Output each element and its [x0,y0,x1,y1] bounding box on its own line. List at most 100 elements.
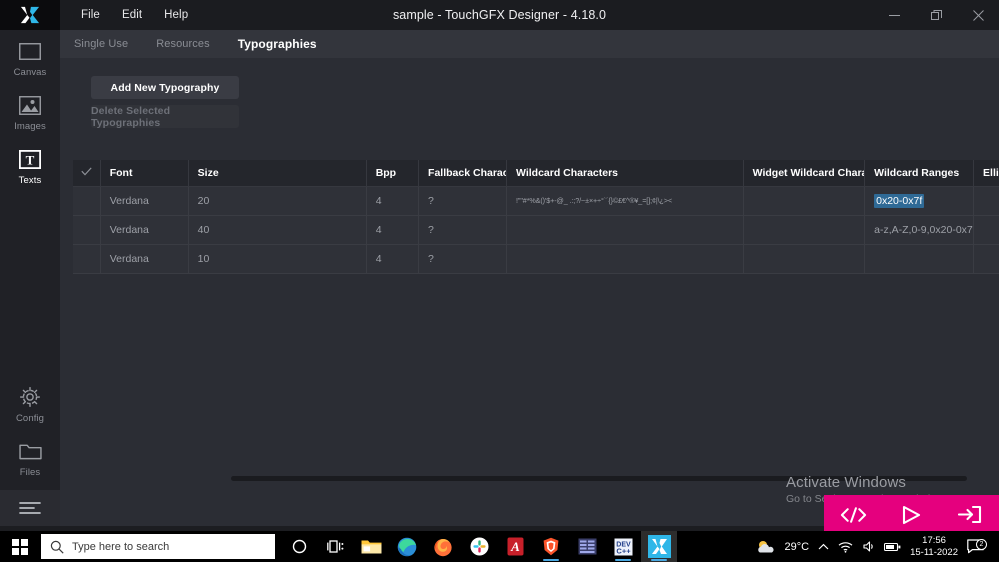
cell-ellipsis-character[interactable] [973,186,999,216]
firefox-icon[interactable] [425,531,461,562]
folder-icon [17,439,43,463]
typographies-table: Font Size Bpp Fallback Character Wildcar… [73,160,999,274]
column-header-wildcard-ranges[interactable]: Wildcard Ranges [864,160,975,187]
clock-date: 15-11-2022 [910,546,958,558]
start-button[interactable] [0,531,40,562]
cell-bpp[interactable]: 4 [366,215,420,245]
column-header-font[interactable]: Font [100,160,189,187]
cell-fallback-character[interactable]: ? [418,215,507,245]
close-icon [972,9,984,21]
sidebar-item-files[interactable]: Files [0,430,60,484]
search-input[interactable]: Type here to search [72,541,169,553]
weather-sun-cloud-icon[interactable] [756,539,776,555]
column-header-bpp[interactable]: Bpp [366,160,420,187]
selected-value-highlight: 0x20-0x7f [874,193,925,208]
cell-size[interactable]: 40 [188,215,367,245]
tab-resources[interactable]: Resources [142,30,223,58]
windows-start-icon [12,538,28,555]
microsoft-edge-icon[interactable] [389,531,425,562]
cell-widget-wildcard-characters[interactable] [743,186,866,216]
run-target-button[interactable] [947,495,993,534]
menu-help[interactable]: Help [153,3,199,27]
cell-widget-wildcard-characters[interactable] [743,244,866,274]
notification-icon[interactable]: 2 [967,539,991,554]
brave-browser-icon[interactable] [533,531,569,562]
cell-fallback-character[interactable]: ? [418,244,507,274]
column-header-widget-wildcard-characters[interactable]: Widget Wildcard Characters [743,160,866,187]
cell-wildcard-characters[interactable] [506,215,744,245]
cell-wildcard-ranges[interactable] [864,244,975,274]
column-header-size[interactable]: Size [188,160,367,187]
row-checkbox[interactable] [73,215,101,245]
tab-typographies[interactable]: Typographies [224,30,331,58]
sidebar-item-images-label: Images [14,121,46,132]
file-explorer-icon[interactable] [353,531,389,562]
close-button[interactable] [957,0,999,30]
table-row[interactable]: Verdana 40 4 ? a-z,A-Z,0-9,0x20-0x7f [73,215,999,245]
tab-single-use[interactable]: Single Use [60,30,142,58]
column-header-ellipsis-character[interactable]: Ellipsis Character [973,160,999,187]
sidebar-item-texts-label: Texts [18,175,42,186]
sidebar-item-files-label: Files [19,467,41,478]
cell-ellipsis-character[interactable] [973,244,999,274]
cell-size[interactable]: 20 [188,186,367,216]
checkmark-icon [81,167,92,176]
chevron-up-icon[interactable] [818,543,829,551]
cell-size[interactable]: 10 [188,244,367,274]
select-all-checkbox[interactable] [73,160,101,187]
cortana-task-view-icon[interactable] [317,531,353,562]
menu-file[interactable]: File [70,3,111,27]
typographies-panel: Add New Typography Delete Selected Typog… [60,58,999,526]
cell-wildcard-characters[interactable]: !""#*%&()'$+-@_ .:;?/~±×+÷°`´{}©£€^®¥_=[… [506,186,744,216]
taskbar-search[interactable]: Type here to search [41,534,275,559]
menu-edit[interactable]: Edit [111,3,153,27]
minimize-button[interactable] [873,0,915,30]
cell-ellipsis-character[interactable] [973,215,999,245]
title-bar: File Edit Help sample - TouchGFX Designe… [0,0,999,30]
adobe-acrobat-icon[interactable]: A [497,531,533,562]
wifi-icon[interactable] [838,541,853,553]
delete-selected-typographies-button[interactable]: Delete Selected Typographies [91,105,239,129]
cell-fallback-character[interactable]: ? [418,186,507,216]
cell-font[interactable]: Verdana [100,186,189,216]
row-checkbox[interactable] [73,186,101,216]
taskbar-clock[interactable]: 17:56 15-11-2022 [910,535,958,559]
sidebar-item-config[interactable]: Config [0,376,60,430]
spreadsheet-app-icon[interactable] [569,531,605,562]
cell-font[interactable]: Verdana [100,244,189,274]
typographies-table-container: Font Size Bpp Fallback Character Wildcar… [73,160,999,277]
horizontal-scrollbar[interactable] [231,475,967,482]
sidebar-menu-button[interactable] [0,490,60,526]
cell-wildcard-ranges[interactable]: 0x20-0x7f [864,186,975,216]
menu-bar: File Edit Help [70,0,199,30]
add-new-typography-button[interactable]: Add New Typography [91,76,239,99]
cell-wildcard-characters[interactable] [506,244,744,274]
battery-icon[interactable] [884,542,901,552]
restore-button[interactable] [915,0,957,30]
sidebar-item-canvas-label: Canvas [13,67,47,78]
cell-bpp[interactable]: 4 [366,186,420,216]
cell-font[interactable]: Verdana [100,215,189,245]
left-sidebar: Canvas Images T Texts Config Files [0,30,60,526]
sidebar-item-texts[interactable]: T Texts [0,138,60,192]
task-view-circle-icon[interactable] [281,531,317,562]
volume-icon[interactable] [862,540,875,553]
taskbar-icons: A DEV C++ [281,531,677,562]
slack-icon[interactable] [461,531,497,562]
cell-bpp[interactable]: 4 [366,244,420,274]
generate-code-button[interactable] [830,495,876,534]
row-checkbox[interactable] [73,244,101,274]
cell-widget-wildcard-characters[interactable] [743,215,866,245]
table-row[interactable]: Verdana 10 4 ? [73,244,999,274]
sidebar-item-canvas[interactable]: Canvas [0,30,60,84]
table-row[interactable]: Verdana 20 4 ? !""#*%&()'$+-@_ .:;?/~±×+… [73,186,999,216]
run-simulator-button[interactable] [888,495,934,534]
column-header-fallback-character[interactable]: Fallback Character [418,160,507,187]
column-header-wildcard-characters[interactable]: Wildcard Characters [506,160,744,187]
scrollbar-thumb[interactable] [231,476,967,481]
sidebar-item-images[interactable]: Images [0,84,60,138]
touchgfx-x-logo-icon [20,6,40,24]
cell-wildcard-ranges[interactable]: a-z,A-Z,0-9,0x20-0x7f [864,215,975,245]
touchgfx-designer-icon[interactable] [641,531,677,562]
dev-app-icon[interactable]: DEV C++ [605,531,641,562]
